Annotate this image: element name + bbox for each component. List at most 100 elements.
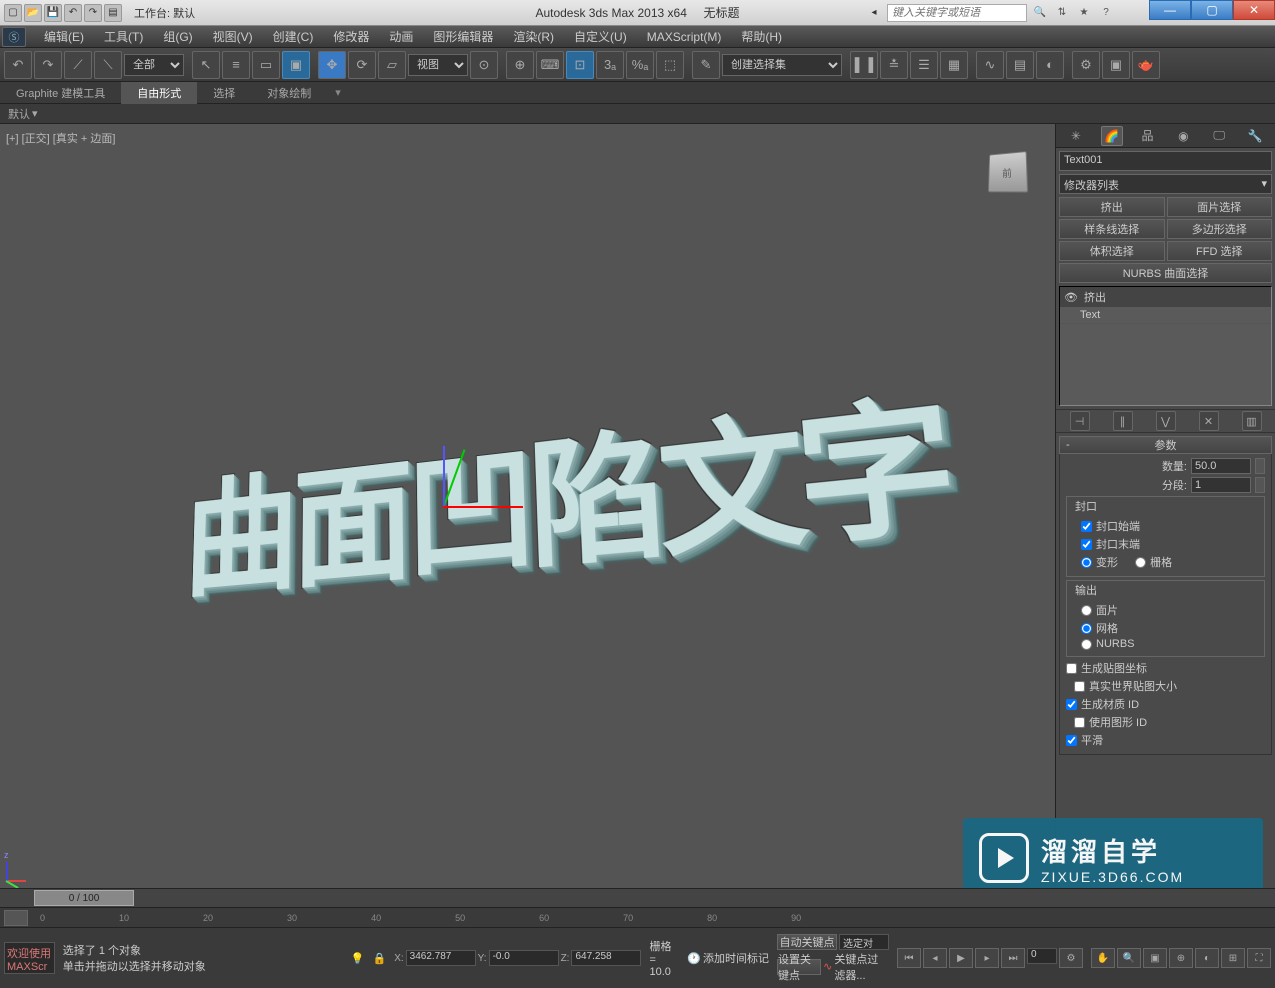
render-setup-button[interactable]: ⚙: [1072, 51, 1100, 79]
ref-coord-system[interactable]: 视图: [408, 54, 468, 76]
menu-create[interactable]: 创建(C): [263, 26, 324, 47]
help-icon[interactable]: ?: [1097, 4, 1115, 22]
menu-animation[interactable]: 动画: [379, 26, 423, 47]
key-filters[interactable]: 关键点过滤器...: [834, 951, 889, 983]
ribbon-toggle-button[interactable]: ▦: [940, 51, 968, 79]
qat-new-icon[interactable]: ▢: [4, 4, 22, 22]
workspace-selector[interactable]: 工作台: 默认: [134, 5, 195, 21]
track-bar[interactable]: 0 10 20 30 40 50 60 70 80 90: [0, 908, 1275, 928]
select-by-name-button[interactable]: ≡: [222, 51, 250, 79]
chevron-left-icon[interactable]: ◂: [865, 4, 883, 22]
zoom-all-button[interactable]: ⊞: [1221, 948, 1245, 968]
menu-modifiers[interactable]: 修改器: [323, 26, 379, 47]
menu-group[interactable]: 组(G): [153, 26, 202, 47]
output-patch-radio[interactable]: [1081, 605, 1092, 616]
schematic-view-button[interactable]: ▤: [1006, 51, 1034, 79]
select-object-button[interactable]: ↖: [192, 51, 220, 79]
ribbon-expand-icon[interactable]: ▾: [335, 86, 341, 99]
gen-mat-checkbox[interactable]: [1066, 699, 1077, 710]
key-icon[interactable]: ∿: [823, 960, 832, 973]
z-coord[interactable]: 647.258: [571, 950, 641, 966]
trackbar-config-icon[interactable]: [4, 910, 28, 926]
grid-radio[interactable]: [1135, 557, 1146, 568]
render-button[interactable]: 🫖: [1132, 51, 1160, 79]
menu-help[interactable]: 帮助(H): [731, 26, 792, 47]
max-toggle-button[interactable]: ⛶: [1247, 948, 1271, 968]
pan-button[interactable]: ✋: [1091, 948, 1115, 968]
key-selection-box[interactable]: 选定对: [839, 934, 889, 950]
minimize-button[interactable]: —: [1149, 0, 1191, 20]
gen-map-checkbox[interactable]: [1066, 663, 1077, 674]
qat-open-icon[interactable]: 📂: [24, 4, 42, 22]
window-crossing-button[interactable]: ▣: [282, 51, 310, 79]
create-tab-icon[interactable]: ✳: [1065, 126, 1087, 146]
curve-editor-button[interactable]: ∿: [976, 51, 1004, 79]
percent-snap-button[interactable]: %ₐ: [626, 51, 654, 79]
gizmo-x-axis[interactable]: [443, 506, 523, 508]
qat-redo-icon[interactable]: ↷: [84, 4, 102, 22]
modify-tab-icon[interactable]: 🌈: [1101, 126, 1123, 146]
mod-btn-vol-select[interactable]: 体积选择: [1059, 241, 1165, 261]
time-tag-icon[interactable]: 🕐: [687, 952, 701, 965]
menu-maxscript[interactable]: MAXScript(M): [637, 28, 732, 46]
menu-edit[interactable]: 编辑(E): [34, 26, 94, 47]
viewcube[interactable]: 前: [979, 144, 1035, 200]
selection-filter[interactable]: 全部: [124, 54, 184, 76]
maxscript-mini-listener[interactable]: 欢迎使用 MAXScr: [4, 942, 55, 974]
menu-tools[interactable]: 工具(T): [94, 26, 153, 47]
mod-btn-nurbs-select[interactable]: NURBS 曲面选择: [1059, 263, 1272, 283]
material-editor-button[interactable]: ◐: [1036, 51, 1064, 79]
app-menu-icon[interactable]: Ⓢ: [2, 27, 26, 47]
remove-modifier-icon[interactable]: ✕: [1199, 411, 1219, 431]
menu-graph-editors[interactable]: 图形编辑器: [423, 26, 503, 47]
edit-named-sets-button[interactable]: ✎: [692, 51, 720, 79]
qat-save-icon[interactable]: 💾: [44, 4, 62, 22]
time-slider-handle[interactable]: 0 / 100: [34, 890, 134, 906]
ribbon-tab-freeform[interactable]: 自由形式: [121, 82, 197, 104]
y-coord[interactable]: -0.0: [489, 950, 559, 966]
qat-project-icon[interactable]: ▤: [104, 4, 122, 22]
object-name-field[interactable]: Text001: [1059, 151, 1272, 171]
utilities-tab-icon[interactable]: 🔧: [1244, 126, 1266, 146]
redo-button[interactable]: ↷: [34, 51, 62, 79]
exchange-icon[interactable]: ⇅: [1053, 4, 1071, 22]
gizmo-z-axis[interactable]: [443, 446, 445, 506]
modifier-list-dropdown[interactable]: 修改器列表▾: [1059, 174, 1272, 194]
undo-button[interactable]: ↶: [4, 51, 32, 79]
viewport[interactable]: [+] [正交] [真实 + 边面] 前 曲面凹陷文字 z: [0, 124, 1055, 888]
mod-btn-ffd-select[interactable]: FFD 选择: [1167, 241, 1273, 261]
use-shape-checkbox[interactable]: [1074, 717, 1085, 728]
segments-spinner[interactable]: 1: [1191, 477, 1251, 493]
menu-views[interactable]: 视图(V): [203, 26, 263, 47]
pin-stack-icon[interactable]: ⊣: [1070, 411, 1090, 431]
goto-start-button[interactable]: ⏮: [897, 948, 921, 968]
stack-base-object[interactable]: Text: [1060, 307, 1271, 324]
hierarchy-tab-icon[interactable]: 品: [1137, 126, 1159, 146]
auto-key-button[interactable]: 自动关键点: [777, 934, 837, 950]
time-config-button[interactable]: ⚙: [1059, 948, 1083, 968]
arc-rotate-button[interactable]: ⊕: [1169, 948, 1193, 968]
viewport-3d-object[interactable]: 曲面凹陷文字: [182, 347, 957, 624]
prev-frame-button[interactable]: ◂: [923, 948, 947, 968]
rollout-header[interactable]: 参数: [1059, 436, 1272, 454]
search-input[interactable]: [887, 4, 1027, 22]
mirror-button[interactable]: ▌▐: [850, 51, 878, 79]
menu-customize[interactable]: 自定义(U): [564, 26, 637, 47]
mod-btn-spline-select[interactable]: 样条线选择: [1059, 219, 1165, 239]
add-time-tag[interactable]: 添加时间标记: [703, 950, 769, 966]
zoom-extents-button[interactable]: ▣: [1143, 948, 1167, 968]
fov-button[interactable]: ◐: [1195, 948, 1219, 968]
output-mesh-radio[interactable]: [1081, 623, 1092, 634]
maximize-button[interactable]: ▢: [1191, 0, 1233, 20]
configure-sets-icon[interactable]: ▥: [1242, 411, 1262, 431]
zoom-button[interactable]: 🔍: [1117, 948, 1141, 968]
snap-button[interactable]: ⊡: [566, 51, 594, 79]
move-button[interactable]: ✥: [318, 51, 346, 79]
modifier-stack[interactable]: 👁 挤出 Text: [1059, 286, 1272, 406]
make-unique-icon[interactable]: ⋁: [1156, 411, 1176, 431]
keyboard-shortcut-button[interactable]: ⌨: [536, 51, 564, 79]
named-selection-sets[interactable]: 创建选择集: [722, 54, 842, 76]
align-button[interactable]: ≛: [880, 51, 908, 79]
stack-modifier-name[interactable]: 挤出: [1084, 289, 1106, 305]
lightbulb-icon[interactable]: 💡: [351, 952, 365, 965]
